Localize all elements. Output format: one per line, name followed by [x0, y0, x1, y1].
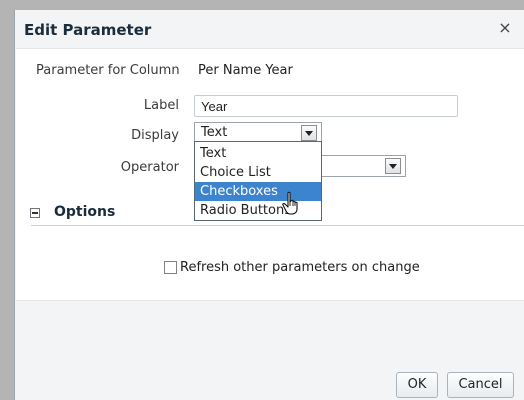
display-selected-value: Text: [201, 125, 228, 140]
chevron-down-icon[interactable]: [385, 158, 401, 174]
label-field-label: Label: [143, 98, 179, 113]
collapse-minus-icon[interactable]: [30, 208, 40, 218]
dropdown-option-choice-list[interactable]: Choice List: [195, 163, 321, 182]
footer-divider: [16, 300, 524, 301]
dialog-titlebar: Edit Parameter ×: [15, 10, 524, 48]
chevron-down-icon[interactable]: [301, 125, 317, 141]
parameter-for-column-label: Parameter for Column: [36, 63, 180, 78]
cancel-button[interactable]: Cancel: [447, 372, 514, 398]
close-icon[interactable]: ×: [497, 19, 513, 37]
parameter-for-column-value: Per Name Year: [198, 63, 293, 78]
display-label: Display: [131, 128, 179, 143]
dropdown-option-checkboxes[interactable]: Checkboxes: [195, 182, 321, 201]
operator-label: Operator: [120, 160, 179, 175]
refresh-parameters-label: Refresh other parameters on change: [180, 260, 420, 275]
edit-parameter-dialog: Edit Parameter × Parameter for Column Pe…: [14, 10, 524, 400]
options-section-title: Options: [54, 204, 116, 220]
dialog-title: Edit Parameter: [24, 21, 152, 39]
section-divider: [31, 225, 524, 226]
options-section-header[interactable]: Options: [17, 201, 524, 225]
label-input[interactable]: [194, 95, 458, 117]
dialog-content: Parameter for Column Per Name Year Label…: [16, 48, 524, 301]
refresh-parameters-checkbox[interactable]: [164, 261, 177, 274]
ok-button[interactable]: OK: [396, 372, 438, 398]
hand-pointer-icon: [282, 191, 298, 215]
dropdown-option-text[interactable]: Text: [195, 144, 321, 163]
